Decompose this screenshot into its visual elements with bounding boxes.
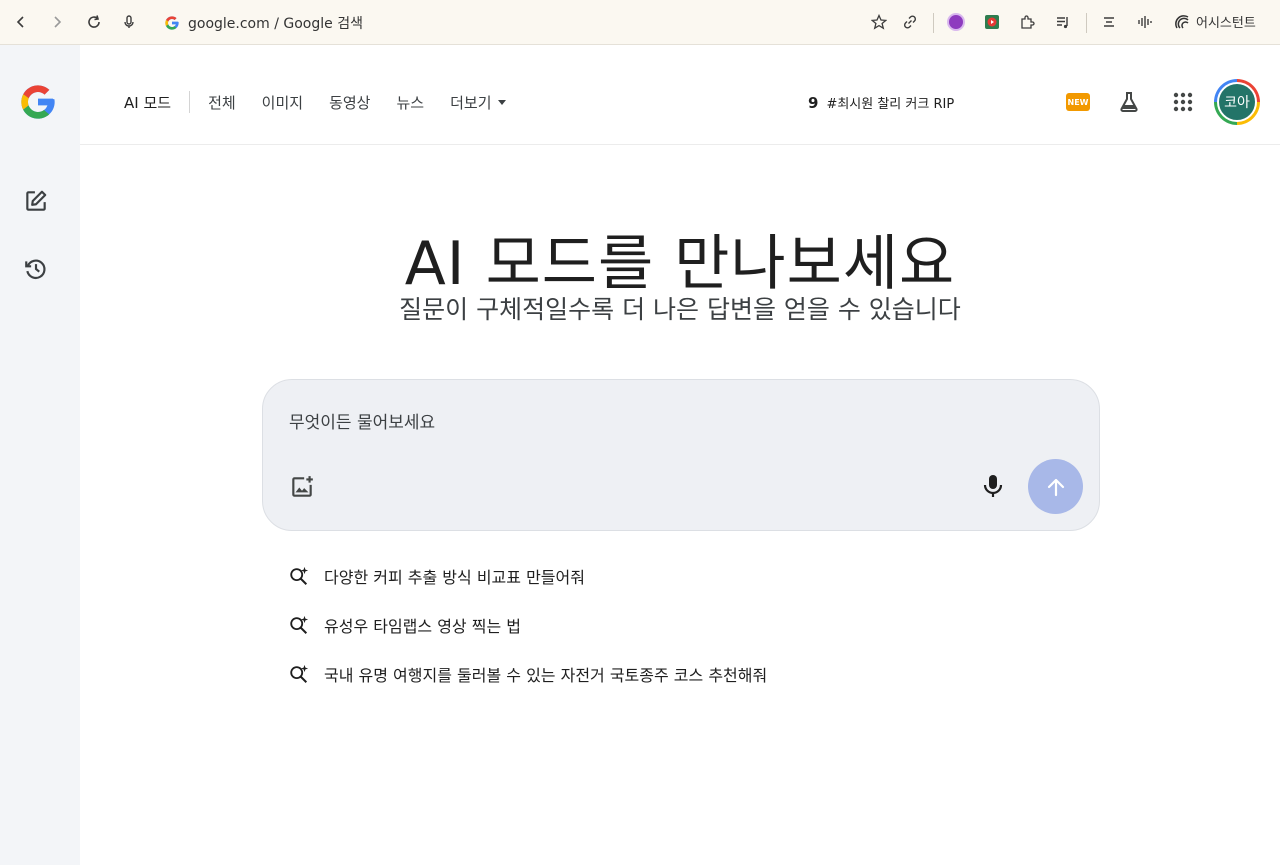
- reload-icon[interactable]: [83, 11, 105, 33]
- suggestion-text: 다양한 커피 추출 방식 비교표 만들어줘: [324, 568, 585, 587]
- new-badge-icon[interactable]: NEW: [1066, 93, 1090, 111]
- extensions-puzzle-icon[interactable]: [1016, 11, 1038, 33]
- sparkle-search-icon: [290, 664, 309, 683]
- add-image-icon[interactable]: [289, 474, 315, 500]
- link-icon[interactable]: [899, 11, 921, 33]
- ai-mode-search-box[interactable]: 무엇이든 물어보세요: [262, 379, 1100, 531]
- tab-all[interactable]: 전체: [208, 92, 236, 113]
- address-bar[interactable]: google.com / Google 검색: [164, 12, 363, 34]
- trending-text: #최시원 찰리 커크 RIP: [826, 97, 955, 112]
- send-button[interactable]: [1028, 459, 1083, 514]
- forward-icon[interactable]: [46, 11, 68, 33]
- bookmark-star-icon[interactable]: [868, 11, 890, 33]
- suggestion-text: 유성우 타임랩스 영상 찍는 법: [324, 617, 521, 636]
- tab-news[interactable]: 뉴스: [396, 92, 424, 113]
- page-title: AI 모드를 만나보세요: [404, 229, 956, 299]
- avatar-label: 코아: [1217, 82, 1257, 122]
- labs-flask-icon[interactable]: [1116, 89, 1142, 115]
- left-rail: [0, 45, 80, 865]
- playlist-icon[interactable]: [1052, 11, 1074, 33]
- assistant-icon: [1175, 14, 1189, 29]
- account-avatar[interactable]: 코아: [1214, 79, 1260, 125]
- suggestion-text: 국내 유명 여행지를 둘러볼 수 있는 자전거 국토종주 코스 추천해줘: [324, 666, 768, 685]
- google-favicon-icon: [165, 16, 179, 30]
- toolbar-divider: [933, 13, 934, 33]
- toolbar-divider: [1086, 13, 1087, 33]
- tab-more[interactable]: 더보기: [450, 92, 506, 113]
- sparkle-search-icon: [290, 566, 309, 585]
- tab-divider: [189, 91, 191, 113]
- search-tabs: AI 모드 전체 이미지 동영상 뉴스 더보기: [124, 91, 532, 113]
- google-logo-icon[interactable]: [18, 82, 58, 122]
- search-input[interactable]: 무엇이든 물어보세요: [289, 408, 435, 433]
- page-subtitle: 질문이 구체적일수록 더 나은 답변을 얻을 수 있습니다: [399, 295, 961, 324]
- caret-down-icon: [497, 99, 506, 105]
- arrow-up-icon: [1047, 478, 1064, 496]
- tab-videos[interactable]: 동영상: [329, 92, 370, 113]
- menu-lines-icon[interactable]: [1098, 11, 1120, 33]
- microphone-icon[interactable]: [118, 11, 140, 33]
- address-text: google.com / Google 검색: [188, 16, 363, 32]
- extension-video-icon[interactable]: [981, 11, 1003, 33]
- assistant-label: 어시스턴트: [1196, 16, 1256, 31]
- browser-toolbar: google.com / Google 검색 어시스턴트: [0, 0, 1280, 45]
- extension-purple-icon[interactable]: [945, 11, 967, 33]
- tab-images[interactable]: 이미지: [262, 92, 303, 113]
- suggestion-item[interactable]: 다양한 커피 추출 방식 비교표 만들어줘: [288, 564, 585, 588]
- tab-more-label: 더보기: [450, 93, 492, 112]
- audio-wave-icon[interactable]: [1134, 11, 1156, 33]
- back-icon[interactable]: [10, 11, 32, 33]
- tab-ai-mode[interactable]: AI 모드: [124, 92, 171, 113]
- voice-search-icon[interactable]: [979, 472, 1007, 500]
- page-header: AI 모드 전체 이미지 동영상 뉴스 더보기 9 #최시원 찰리 커크 RIP…: [80, 45, 1280, 145]
- assistant-button[interactable]: 어시스턴트: [1174, 12, 1256, 31]
- suggestion-item[interactable]: 유성우 타임랩스 영상 찍는 법: [288, 613, 521, 637]
- trending-topic[interactable]: 9 #최시원 찰리 커크 RIP: [808, 93, 955, 113]
- new-chat-edit-icon[interactable]: [22, 187, 50, 215]
- new-badge-label: NEW: [1067, 97, 1089, 107]
- apps-grid-icon[interactable]: [1170, 89, 1196, 115]
- suggestion-item[interactable]: 국내 유명 여행지를 둘러볼 수 있는 자전거 국토종주 코스 추천해줘: [288, 662, 767, 686]
- trending-rank: 9: [808, 93, 819, 112]
- sparkle-search-icon: [290, 615, 309, 634]
